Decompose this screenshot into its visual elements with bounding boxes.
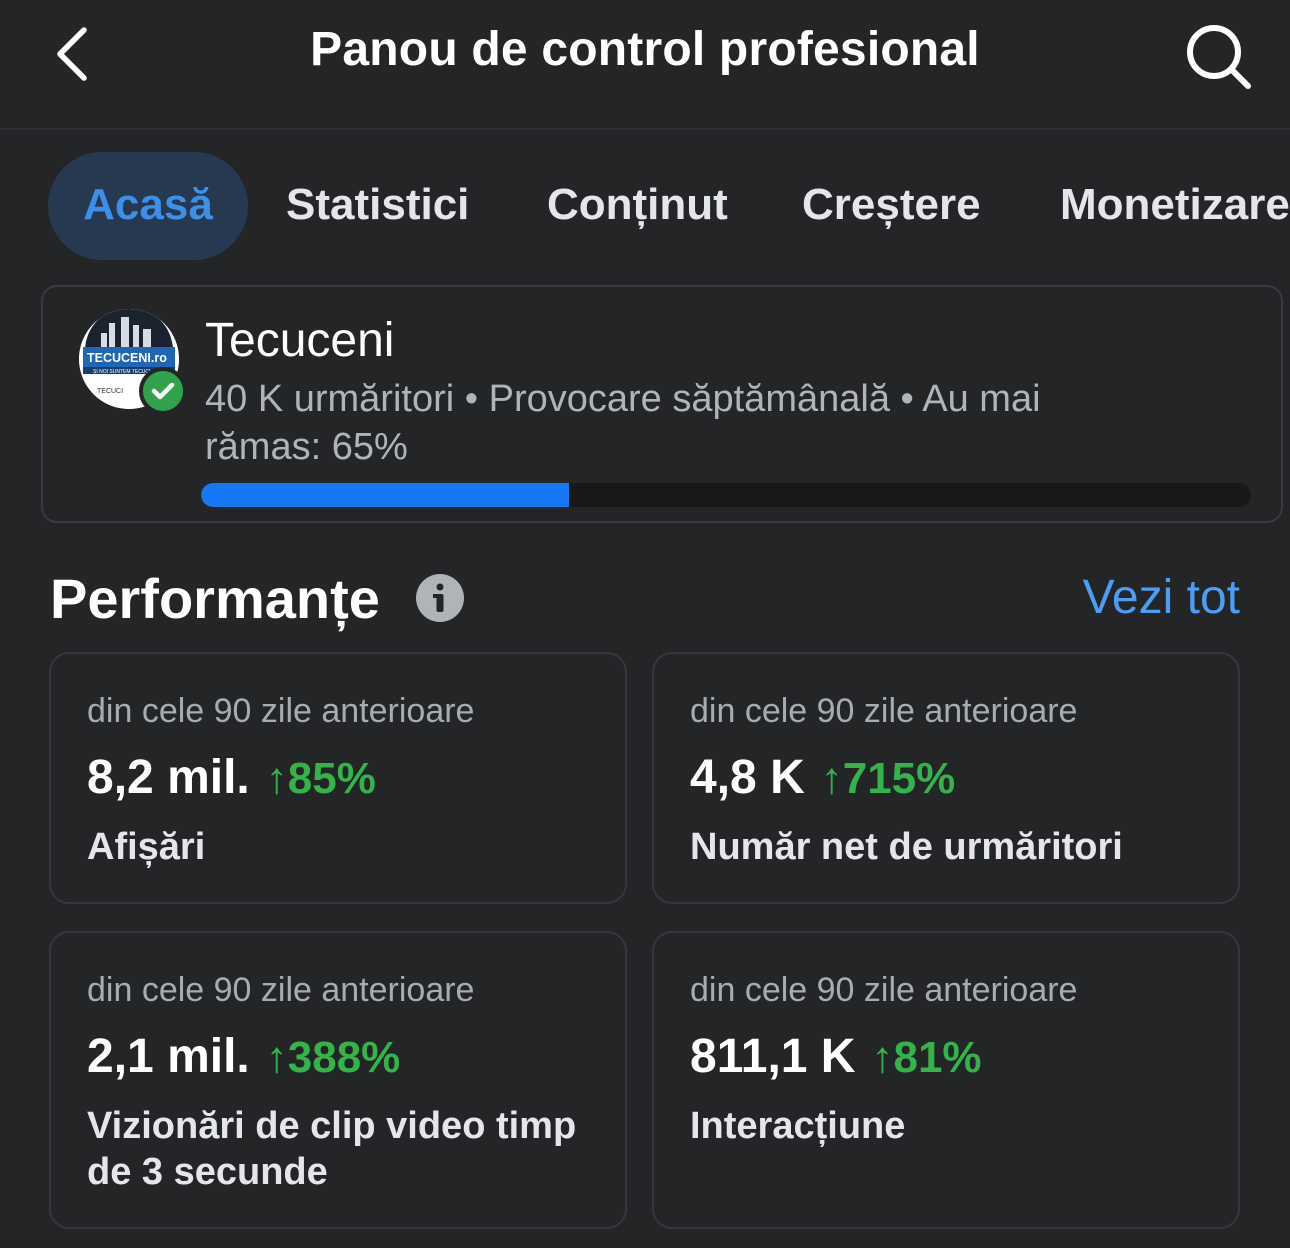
metric-period: din cele 90 zile anterioare — [87, 692, 475, 730]
metric-value: 4,8 K — [690, 751, 805, 804]
metric-label: Afișări — [87, 826, 206, 868]
tab-statistics[interactable]: Statistici — [286, 152, 469, 260]
metric-card-video-views[interactable]: din cele 90 zile anterioare 2,1 mil. ↑388… — [49, 931, 627, 1229]
metric-change: ↑85% — [265, 754, 376, 803]
metric-label: Număr net de urmăritori — [690, 826, 1123, 868]
page-title: Panou de control profesional — [310, 23, 980, 76]
avatar-logo-subtext: ȘI NOI SUNTEM TECUCI — [93, 369, 150, 375]
metric-value-row: 811,1 K ↑81% — [690, 1029, 982, 1084]
section-title: Performanțe — [50, 567, 380, 630]
tab-growth[interactable]: Creștere — [802, 152, 981, 260]
metric-value: 8,2 mil. — [87, 751, 250, 804]
metric-value-row: 8,2 mil. ↑85% — [87, 750, 376, 805]
verified-check-icon — [139, 367, 187, 415]
see-all-link[interactable]: Vezi tot — [1083, 570, 1240, 625]
metric-value-row: 4,8 K ↑715% — [690, 750, 955, 805]
metric-period: din cele 90 zile anterioare — [690, 971, 1078, 1009]
top-bar: Panou de control profesional — [0, 0, 1290, 130]
metric-period: din cele 90 zile anterioare — [690, 692, 1078, 730]
tab-home[interactable]: Acasă — [48, 152, 248, 260]
tab-content[interactable]: Conținut — [547, 152, 728, 260]
profile-challenge-card[interactable]: TECUCENI.ro ȘI NOI SUNTEM TECUCI TECUCI … — [41, 285, 1283, 523]
metric-change: ↑388% — [265, 1033, 401, 1082]
info-icon[interactable] — [416, 574, 464, 622]
challenge-progress-fill — [201, 483, 569, 507]
metric-card-impressions[interactable]: din cele 90 zile anterioare 8,2 mil. ↑85%… — [49, 652, 627, 904]
metric-value-row: 2,1 mil. ↑388% — [87, 1029, 400, 1084]
tab-monetization[interactable]: Monetizare — [1060, 152, 1290, 260]
profile-name: Tecuceni — [205, 314, 395, 367]
metric-change: ↑81% — [871, 1033, 982, 1082]
tab-bar: Acasă Statistici Conținut Creștere Monet… — [0, 152, 1290, 262]
metric-value: 2,1 mil. — [87, 1030, 250, 1083]
search-icon[interactable] — [1180, 20, 1254, 90]
metric-card-engagement[interactable]: din cele 90 zile anterioare 811,1 K ↑81% … — [652, 931, 1240, 1229]
metric-label: Interacțiune — [690, 1105, 906, 1147]
metric-card-net-followers[interactable]: din cele 90 zile anterioare 4,8 K ↑715% N… — [652, 652, 1240, 904]
avatar-logo-text: TECUCENI.ro — [87, 351, 167, 365]
challenge-progress-bar — [201, 483, 1251, 507]
profile-challenge-meta: 40 K urmăritori • Provocare săptămânală … — [205, 378, 1041, 468]
avatar-logo-bottom-text: TECUCI — [97, 388, 123, 395]
metric-value: 811,1 K — [690, 1030, 856, 1083]
metric-period: din cele 90 zile anterioare — [87, 971, 475, 1009]
metric-label: Vizionări de clip video timp de 3 secund… — [87, 1105, 577, 1193]
metric-change: ↑715% — [820, 754, 956, 803]
